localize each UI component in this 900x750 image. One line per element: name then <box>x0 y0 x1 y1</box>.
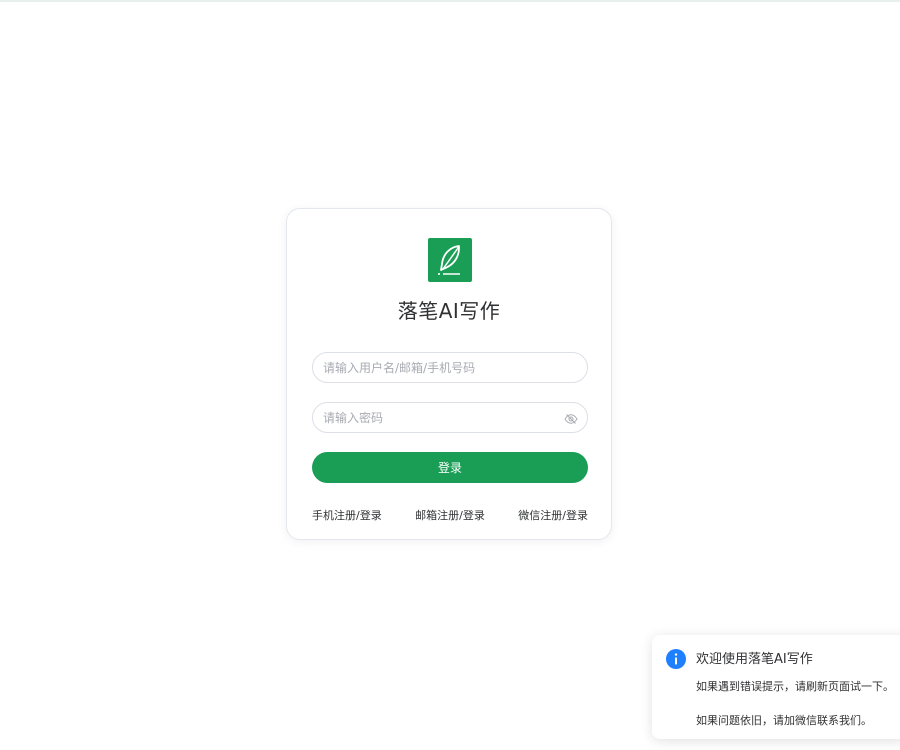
wechat-register-link[interactable]: 微信注册/登录 <box>518 507 588 523</box>
notification-message: 如果问题依旧，请加微信联系我们。 <box>696 714 872 727</box>
username-field[interactable] <box>312 352 588 383</box>
app-logo <box>428 238 472 282</box>
notification-title: 欢迎使用落笔AI写作 <box>696 652 813 667</box>
welcome-notification: 欢迎使用落笔AI写作 如果遇到错误提示，请刷新页面试一下。 如果问题依旧，请加微… <box>652 635 900 739</box>
email-register-link[interactable]: 邮箱注册/登录 <box>415 507 485 523</box>
feather-icon <box>438 245 460 275</box>
login-card: 落笔AI写作 登录 手机注册/登录 邮箱注册/登录 微信注册/登录 <box>286 208 612 540</box>
top-border <box>0 0 900 2</box>
app-title: 落笔AI写作 <box>397 299 501 323</box>
eye-icon[interactable] <box>564 411 578 425</box>
username-input[interactable] <box>323 353 553 382</box>
login-button[interactable]: 登录 <box>312 452 588 483</box>
password-input[interactable] <box>323 403 553 432</box>
notification-message: 如果遇到错误提示，请刷新页面试一下。 <box>696 680 894 693</box>
phone-register-link[interactable]: 手机注册/登录 <box>312 507 382 523</box>
info-icon <box>666 649 686 669</box>
password-field[interactable] <box>312 402 588 433</box>
register-links: 手机注册/登录 邮箱注册/登录 微信注册/登录 <box>312 507 588 523</box>
